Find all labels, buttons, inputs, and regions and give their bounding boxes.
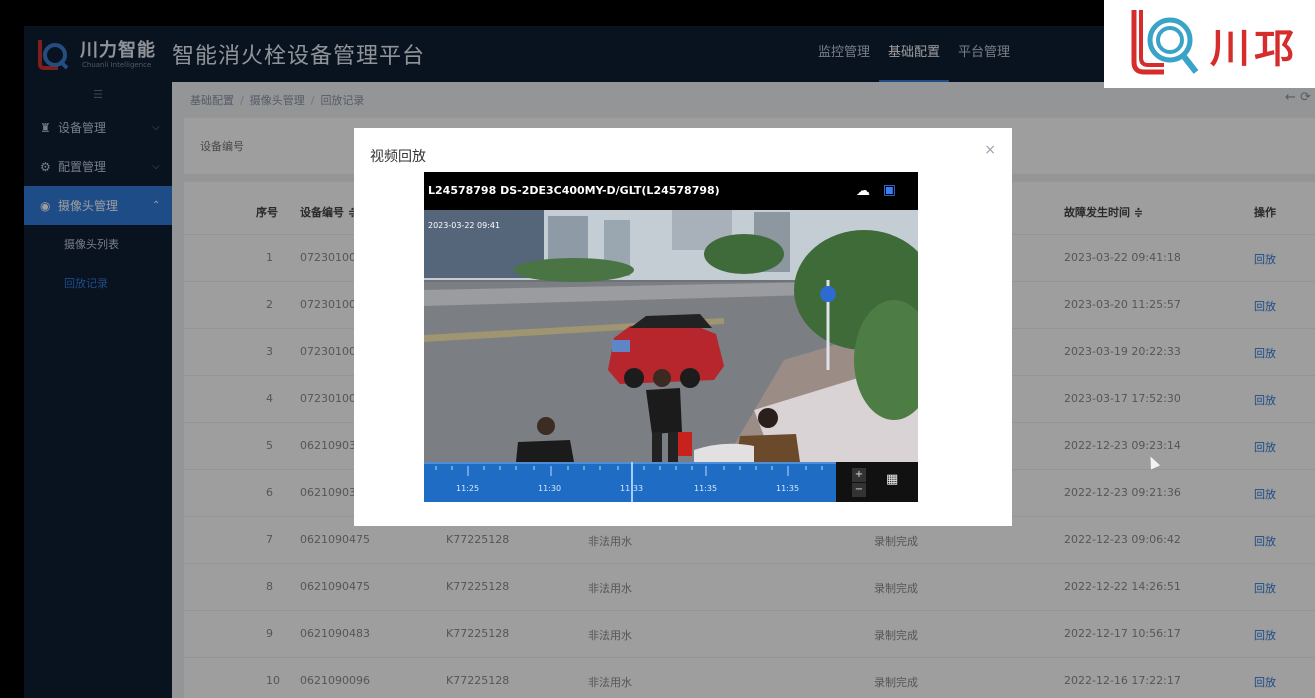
video-playback-dialog: 视频回放 × L24578798 DS-2DE3C400MY-D/GLT(L24… (354, 128, 1012, 526)
dialog-title: 视频回放 (370, 149, 426, 165)
cloud-download-icon[interactable]: ☁ (856, 183, 870, 199)
save-icon[interactable]: ▣ (883, 182, 896, 198)
calendar-icon[interactable]: ▦ (886, 472, 898, 487)
timeline-label: 11:25 (456, 484, 480, 493)
zoom-in-button[interactable]: + (852, 468, 866, 482)
timeline-controls: + − ▦ (836, 462, 918, 502)
watermark-logo-icon (1131, 10, 1199, 75)
player-header: L24578798 DS-2DE3C400MY-D/GLT(L24578798)… (424, 172, 918, 210)
timeline-cursor[interactable] (631, 462, 633, 502)
watermark-text: 川邛 (1210, 25, 1298, 72)
camera-title: L24578798 DS-2DE3C400MY-D/GLT(L24578798) (428, 184, 720, 197)
timeline-label: 11:35 (694, 484, 718, 493)
video-player: L24578798 DS-2DE3C400MY-D/GLT(L24578798)… (424, 172, 918, 502)
zoom-out-button[interactable]: − (852, 483, 866, 497)
playback-timeline[interactable]: 11:25 11:30 11:33 11:35 11:35 (424, 462, 836, 502)
video-scene: 2023-03-22 09:41 (424, 210, 918, 462)
timeline-ticks (424, 462, 836, 476)
channel-watermark: 川邛 (1104, 0, 1315, 88)
close-icon[interactable]: × (984, 142, 996, 158)
timeline-label: 11:35 (776, 484, 800, 493)
video-osd-text: 2023-03-22 09:41 (428, 221, 500, 230)
video-frame[interactable]: 2023-03-22 09:41 (424, 210, 918, 462)
timeline-label: 11:30 (538, 484, 562, 493)
